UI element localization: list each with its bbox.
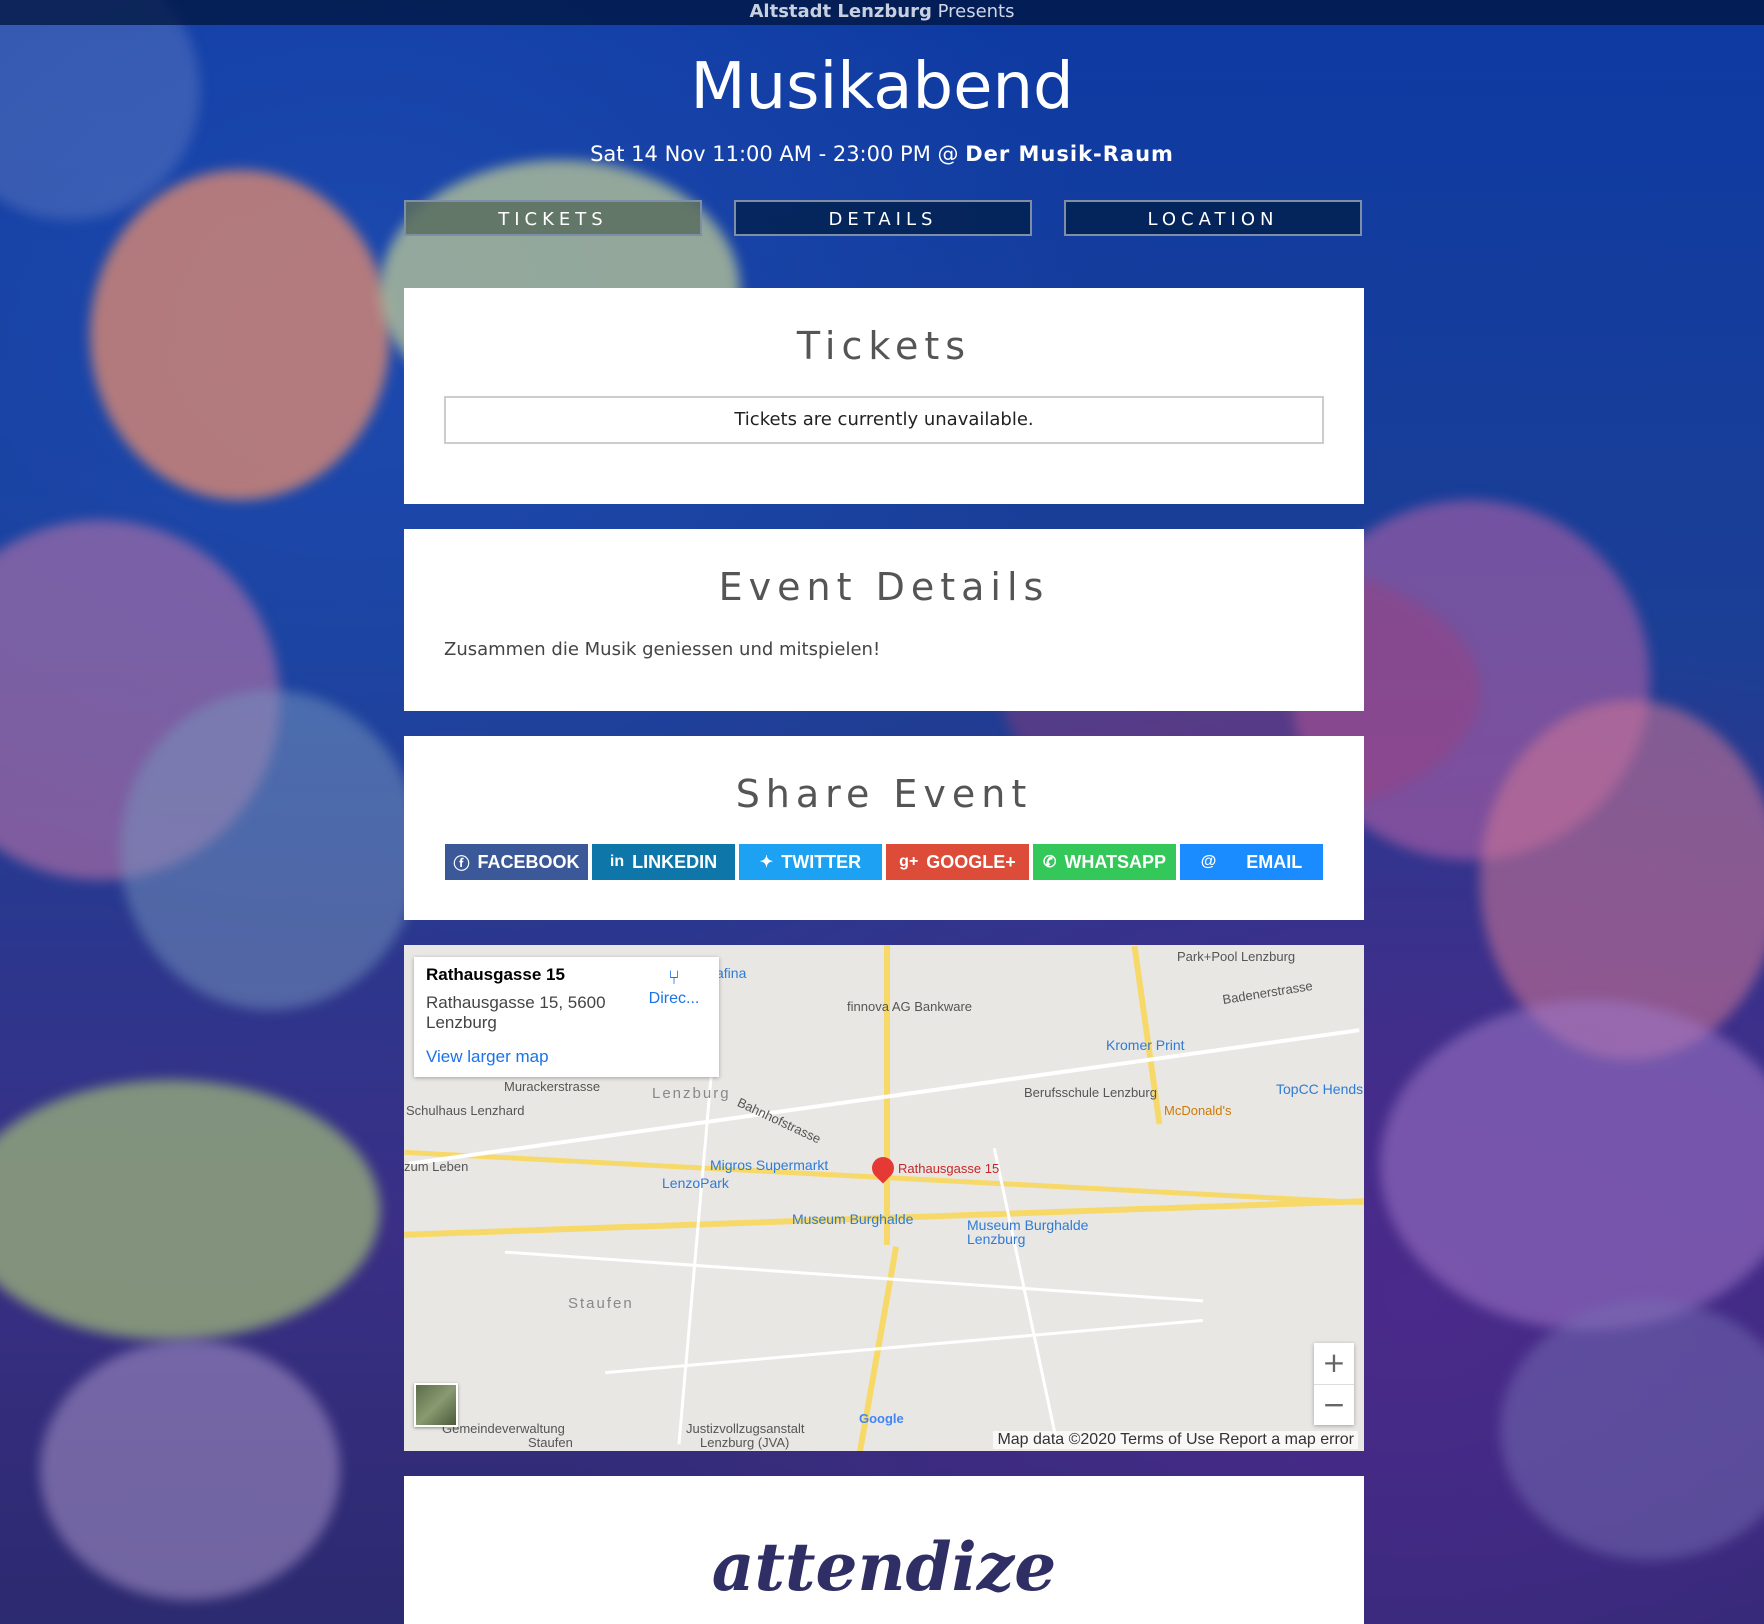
- map-info-card: Rathausgasse 15 Rathausgasse 15, 5600 Le…: [414, 957, 719, 1077]
- email-share-button[interactable]: @ EMAIL: [1180, 844, 1323, 880]
- location-map[interactable]: Park+Pool Lenzburg Badenerstrasse finnov…: [404, 945, 1364, 1451]
- attendize-logo[interactable]: attendize: [404, 1528, 1364, 1606]
- directions-icon: ⑂: [668, 967, 680, 989]
- map-label: LenzoPark: [662, 1175, 729, 1191]
- share-buttons: ⓕ FACEBOOK in LINKEDIN ✦ TWITTER g+ GOOG…: [445, 844, 1323, 880]
- event-datetime: Sat 14 Nov 11:00 AM - 23:00 PM @ Der Mus…: [0, 142, 1764, 166]
- organizer-name[interactable]: Altstadt Lenzburg: [749, 1, 931, 22]
- map-label: Lenzburg (JVA): [700, 1435, 790, 1450]
- details-nav-button[interactable]: DETAILS: [734, 200, 1032, 236]
- map-label: McDonald's: [1164, 1103, 1232, 1118]
- bokeh-light: [0, 1080, 380, 1340]
- map-label: Lenzburg: [967, 1231, 1026, 1247]
- whatsapp-icon: ✆: [1042, 854, 1057, 871]
- google-plus-icon: g+: [899, 853, 919, 870]
- map-zoom-controls: + −: [1314, 1343, 1354, 1425]
- event-date-time: Sat 14 Nov 11:00 AM - 23:00 PM @: [590, 142, 959, 166]
- map-label: Lenzburg: [652, 1085, 731, 1102]
- facebook-icon: ⓕ: [453, 856, 470, 873]
- tickets-nav-button[interactable]: TICKETS: [404, 200, 702, 236]
- map-label: finnova AG Bankware: [847, 999, 973, 1014]
- twitter-label: TWITTER: [781, 851, 862, 872]
- footer-panel: attendize: [404, 1476, 1364, 1624]
- map-label: Gemeindeverwaltung: [442, 1421, 565, 1436]
- tickets-unavailable-message: Tickets are currently unavailable.: [444, 396, 1324, 444]
- directions-label: Direc...: [648, 990, 700, 1007]
- google-plus-label: GOOGLE+: [926, 851, 1016, 872]
- map-label: Berufsschule Lenzburg: [1024, 1085, 1157, 1100]
- linkedin-share-button[interactable]: in LINKEDIN: [592, 844, 735, 880]
- bokeh-light: [40, 1340, 340, 1600]
- map-road: [992, 1147, 1059, 1443]
- map-card-address-line1: Rathausgasse 15, 5600: [426, 993, 606, 1012]
- map-attribution[interactable]: Map data ©2020 Terms of Use Report a map…: [993, 1431, 1358, 1449]
- zoom-in-button[interactable]: +: [1314, 1343, 1354, 1385]
- presents-text: Presents: [937, 1, 1015, 22]
- bokeh-light: [1500, 1300, 1764, 1560]
- share-event-heading: Share Event: [735, 772, 1033, 816]
- linkedin-icon: in: [609, 853, 625, 870]
- bokeh-light: [1380, 1000, 1764, 1330]
- event-venue[interactable]: Der Musik-Raum: [965, 142, 1174, 166]
- twitter-share-button[interactable]: ✦ TWITTER: [739, 844, 882, 880]
- event-details-heading: Event Details: [718, 565, 1050, 609]
- map-label: Staufen: [568, 1295, 634, 1312]
- bokeh-light: [120, 690, 420, 1010]
- tickets-heading: Tickets: [796, 324, 972, 368]
- map-label: afina: [716, 965, 747, 981]
- whatsapp-share-button[interactable]: ✆ WHATSAPP: [1033, 844, 1176, 880]
- satellite-toggle-thumbnail[interactable]: [414, 1383, 458, 1427]
- map-road: [605, 1318, 1203, 1375]
- linkedin-label: LINKEDIN: [632, 851, 718, 872]
- share-event-panel: Share Event ⓕ FACEBOOK in LINKEDIN ✦ TWI…: [404, 736, 1364, 920]
- map-label: Murackerstrasse: [504, 1079, 601, 1094]
- map-label: Justizvollzugsanstalt: [686, 1421, 805, 1436]
- whatsapp-label: WHATSAPP: [1064, 851, 1167, 872]
- event-details-panel: Event Details Zusammen die Musik geniess…: [404, 529, 1364, 711]
- bokeh-light: [90, 170, 390, 500]
- facebook-label: FACEBOOK: [477, 851, 580, 872]
- facebook-share-button[interactable]: ⓕ FACEBOOK: [445, 844, 588, 880]
- tickets-panel: Tickets Tickets are currently unavailabl…: [404, 288, 1364, 504]
- map-label: Staufen: [528, 1435, 573, 1450]
- directions-button[interactable]: ⑂ Direc...: [644, 967, 704, 1008]
- map-label: Kromer Print: [1106, 1037, 1185, 1053]
- location-nav-button[interactable]: LOCATION: [1064, 200, 1362, 236]
- organizer-bar: Altstadt Lenzburg Presents: [0, 0, 1764, 25]
- google-plus-share-button[interactable]: g+ GOOGLE+: [886, 844, 1029, 880]
- map-label: zum Leben: [404, 1159, 469, 1174]
- marker-label: Rathausgasse 15: [898, 1161, 1000, 1176]
- map-card-address-line2: Lenzburg: [426, 1013, 497, 1032]
- map-card-title: Rathausgasse 15: [426, 965, 565, 984]
- zoom-out-button[interactable]: −: [1314, 1385, 1354, 1426]
- map-label: Badenerstrasse: [1221, 977, 1314, 1008]
- google-logo: Google: [859, 1411, 904, 1426]
- map-label: TopCC Hends: [1276, 1081, 1364, 1097]
- twitter-icon: ✦: [759, 854, 774, 871]
- event-title: Musikabend: [690, 50, 1074, 124]
- email-label: EMAIL: [1246, 851, 1303, 872]
- map-label: Bahnhofstrasse: [735, 1094, 824, 1147]
- map-label: Schulhaus Lenzhard: [406, 1103, 525, 1118]
- map-label: Park+Pool Lenzburg: [1177, 949, 1296, 964]
- view-larger-map-link[interactable]: View larger map: [426, 1047, 549, 1067]
- map-label: Museum Burghalde: [792, 1211, 914, 1227]
- map-label: Migros Supermarkt: [710, 1157, 829, 1173]
- event-description: Zusammen die Musik geniessen und mitspie…: [444, 639, 881, 660]
- email-icon: @: [1200, 853, 1217, 870]
